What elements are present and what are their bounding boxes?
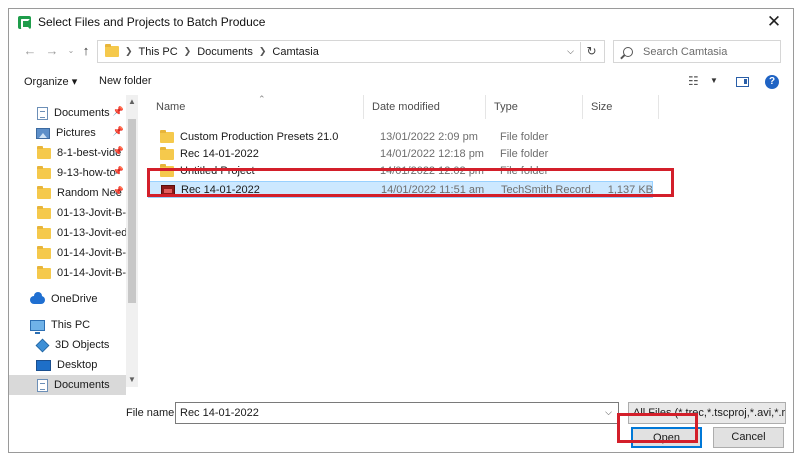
close-icon[interactable]: ✕: [763, 12, 785, 32]
file-name-label: File name:: [126, 407, 178, 419]
scrollbar-thumb[interactable]: [128, 119, 136, 303]
new-folder-button[interactable]: New folder: [99, 75, 152, 87]
sidebar-item-folder[interactable]: Random Nee 📌: [9, 183, 126, 203]
column-header-size[interactable]: Size: [583, 95, 659, 119]
sidebar-item-folder[interactable]: 01-14-Jovit-B-sc: [9, 263, 126, 283]
view-dropdown-chevron-icon[interactable]: ▼: [710, 76, 718, 85]
window-title: Select Files and Projects to Batch Produ…: [38, 15, 266, 29]
chevron-down-icon[interactable]: ⌵: [605, 407, 612, 418]
highlight-open-button: [617, 413, 698, 443]
this-pc-icon: [30, 319, 45, 334]
preview-pane-icon[interactable]: [736, 77, 749, 87]
nav-scrollbar[interactable]: ▲ ▼: [126, 95, 138, 387]
sidebar-item-onedrive[interactable]: OneDrive: [9, 289, 126, 309]
documents-icon: [37, 378, 48, 392]
folder-icon: [37, 225, 51, 239]
folder-icon: [37, 205, 51, 219]
sidebar-item-folder[interactable]: 01-14-Jovit-B-ca: [9, 243, 126, 263]
folder-icon: [37, 265, 51, 279]
pin-icon: 📌: [112, 126, 124, 136]
refresh-icon[interactable]: ↻: [580, 42, 602, 61]
highlight-selected-file: [147, 168, 674, 197]
organize-button[interactable]: Organize ▾: [24, 75, 77, 88]
folder-icon: [37, 165, 51, 179]
pin-icon: 📌: [112, 106, 124, 116]
address-dropdown-chevron-icon[interactable]: ⌵: [567, 46, 574, 57]
sidebar-item-desktop[interactable]: Desktop: [9, 355, 126, 375]
scroll-down-icon[interactable]: ▼: [127, 375, 137, 385]
sidebar-item-this-pc[interactable]: This PC: [9, 315, 126, 335]
sidebar-item-3d-objects[interactable]: 3D Objects: [9, 335, 126, 355]
sidebar-item-documents[interactable]: Documents 📌: [9, 103, 126, 123]
folder-icon: [105, 44, 119, 57]
sort-ascending-icon: ⌃: [258, 94, 266, 104]
camtasia-app-icon: [18, 15, 31, 29]
folder-icon: [37, 245, 51, 259]
search-input[interactable]: [643, 45, 773, 58]
search-box[interactable]: [613, 40, 781, 63]
cancel-button[interactable]: Cancel: [713, 427, 784, 448]
up-arrow-icon[interactable]: ↑: [77, 41, 95, 61]
scroll-up-icon[interactable]: ▲: [127, 97, 137, 107]
pin-icon: 📌: [112, 146, 124, 156]
file-list: ⌃ Name Date modified Type Size Custom Pr…: [148, 94, 793, 387]
file-name-combobox[interactable]: ⌵: [175, 402, 619, 424]
command-bar: Organize ▾ New folder ☷ ▼ ?: [9, 69, 793, 95]
pictures-icon: [36, 127, 50, 139]
chevron-right-icon[interactable]: ❯: [259, 46, 267, 57]
file-dialog: Select Files and Projects to Batch Produ…: [8, 8, 794, 453]
documents-icon: [37, 106, 48, 120]
folder-icon: [160, 130, 174, 143]
table-row[interactable]: Custom Production Presets 21.0 13/01/202…: [148, 129, 653, 146]
address-bar[interactable]: ❯ This PC ❯ Documents ❯ Camtasia ⌵ ↻: [97, 40, 605, 63]
search-icon: [623, 46, 633, 57]
help-icon[interactable]: ?: [765, 75, 779, 89]
sidebar-item-pictures[interactable]: Pictures 📌: [9, 123, 126, 143]
desktop-icon: [36, 359, 51, 371]
file-name-input[interactable]: [180, 407, 590, 419]
column-header-date-modified[interactable]: Date modified: [364, 95, 486, 119]
folder-icon: [37, 185, 51, 199]
column-header-type[interactable]: Type: [486, 95, 583, 119]
folder-icon: [160, 147, 174, 160]
chevron-right-icon[interactable]: ❯: [125, 46, 133, 57]
sidebar-item-folder[interactable]: 8-1-best-vide 📌: [9, 143, 126, 163]
3d-objects-icon: [35, 338, 50, 352]
table-row[interactable]: Rec 14-01-2022 14/01/2022 12:18 pm File …: [148, 146, 653, 163]
breadcrumb-camtasia[interactable]: Camtasia: [272, 46, 318, 58]
pin-icon: 📌: [112, 166, 124, 176]
navigation-pane: Documents 📌 Pictures 📌 8-1-best-vide 📌 9…: [9, 95, 138, 395]
back-arrow-icon[interactable]: ←: [21, 41, 39, 61]
forward-arrow-icon[interactable]: →: [43, 41, 61, 61]
sidebar-item-folder[interactable]: 9-13-how-to- 📌: [9, 163, 126, 183]
sidebar-item-documents-selected[interactable]: Documents: [9, 375, 126, 395]
address-row: ← → ⌄ ↑ ❯ This PC ❯ Documents ❯ Camtasia…: [9, 37, 793, 65]
view-options-icon[interactable]: ☷: [688, 74, 699, 88]
column-header-name[interactable]: ⌃ Name: [148, 94, 364, 119]
breadcrumb-this-pc[interactable]: This PC: [139, 46, 178, 58]
breadcrumb-documents[interactable]: Documents: [197, 46, 253, 58]
sidebar-item-folder[interactable]: 01-13-Jovit-edit-: [9, 223, 126, 243]
chevron-right-icon[interactable]: ❯: [184, 46, 192, 57]
onedrive-icon: [30, 292, 45, 304]
pin-icon: 📌: [112, 186, 124, 196]
folder-icon: [37, 145, 51, 159]
title-bar: Select Files and Projects to Batch Produ…: [9, 9, 793, 35]
sidebar-item-folder[interactable]: 01-13-Jovit-B-ba: [9, 203, 126, 223]
